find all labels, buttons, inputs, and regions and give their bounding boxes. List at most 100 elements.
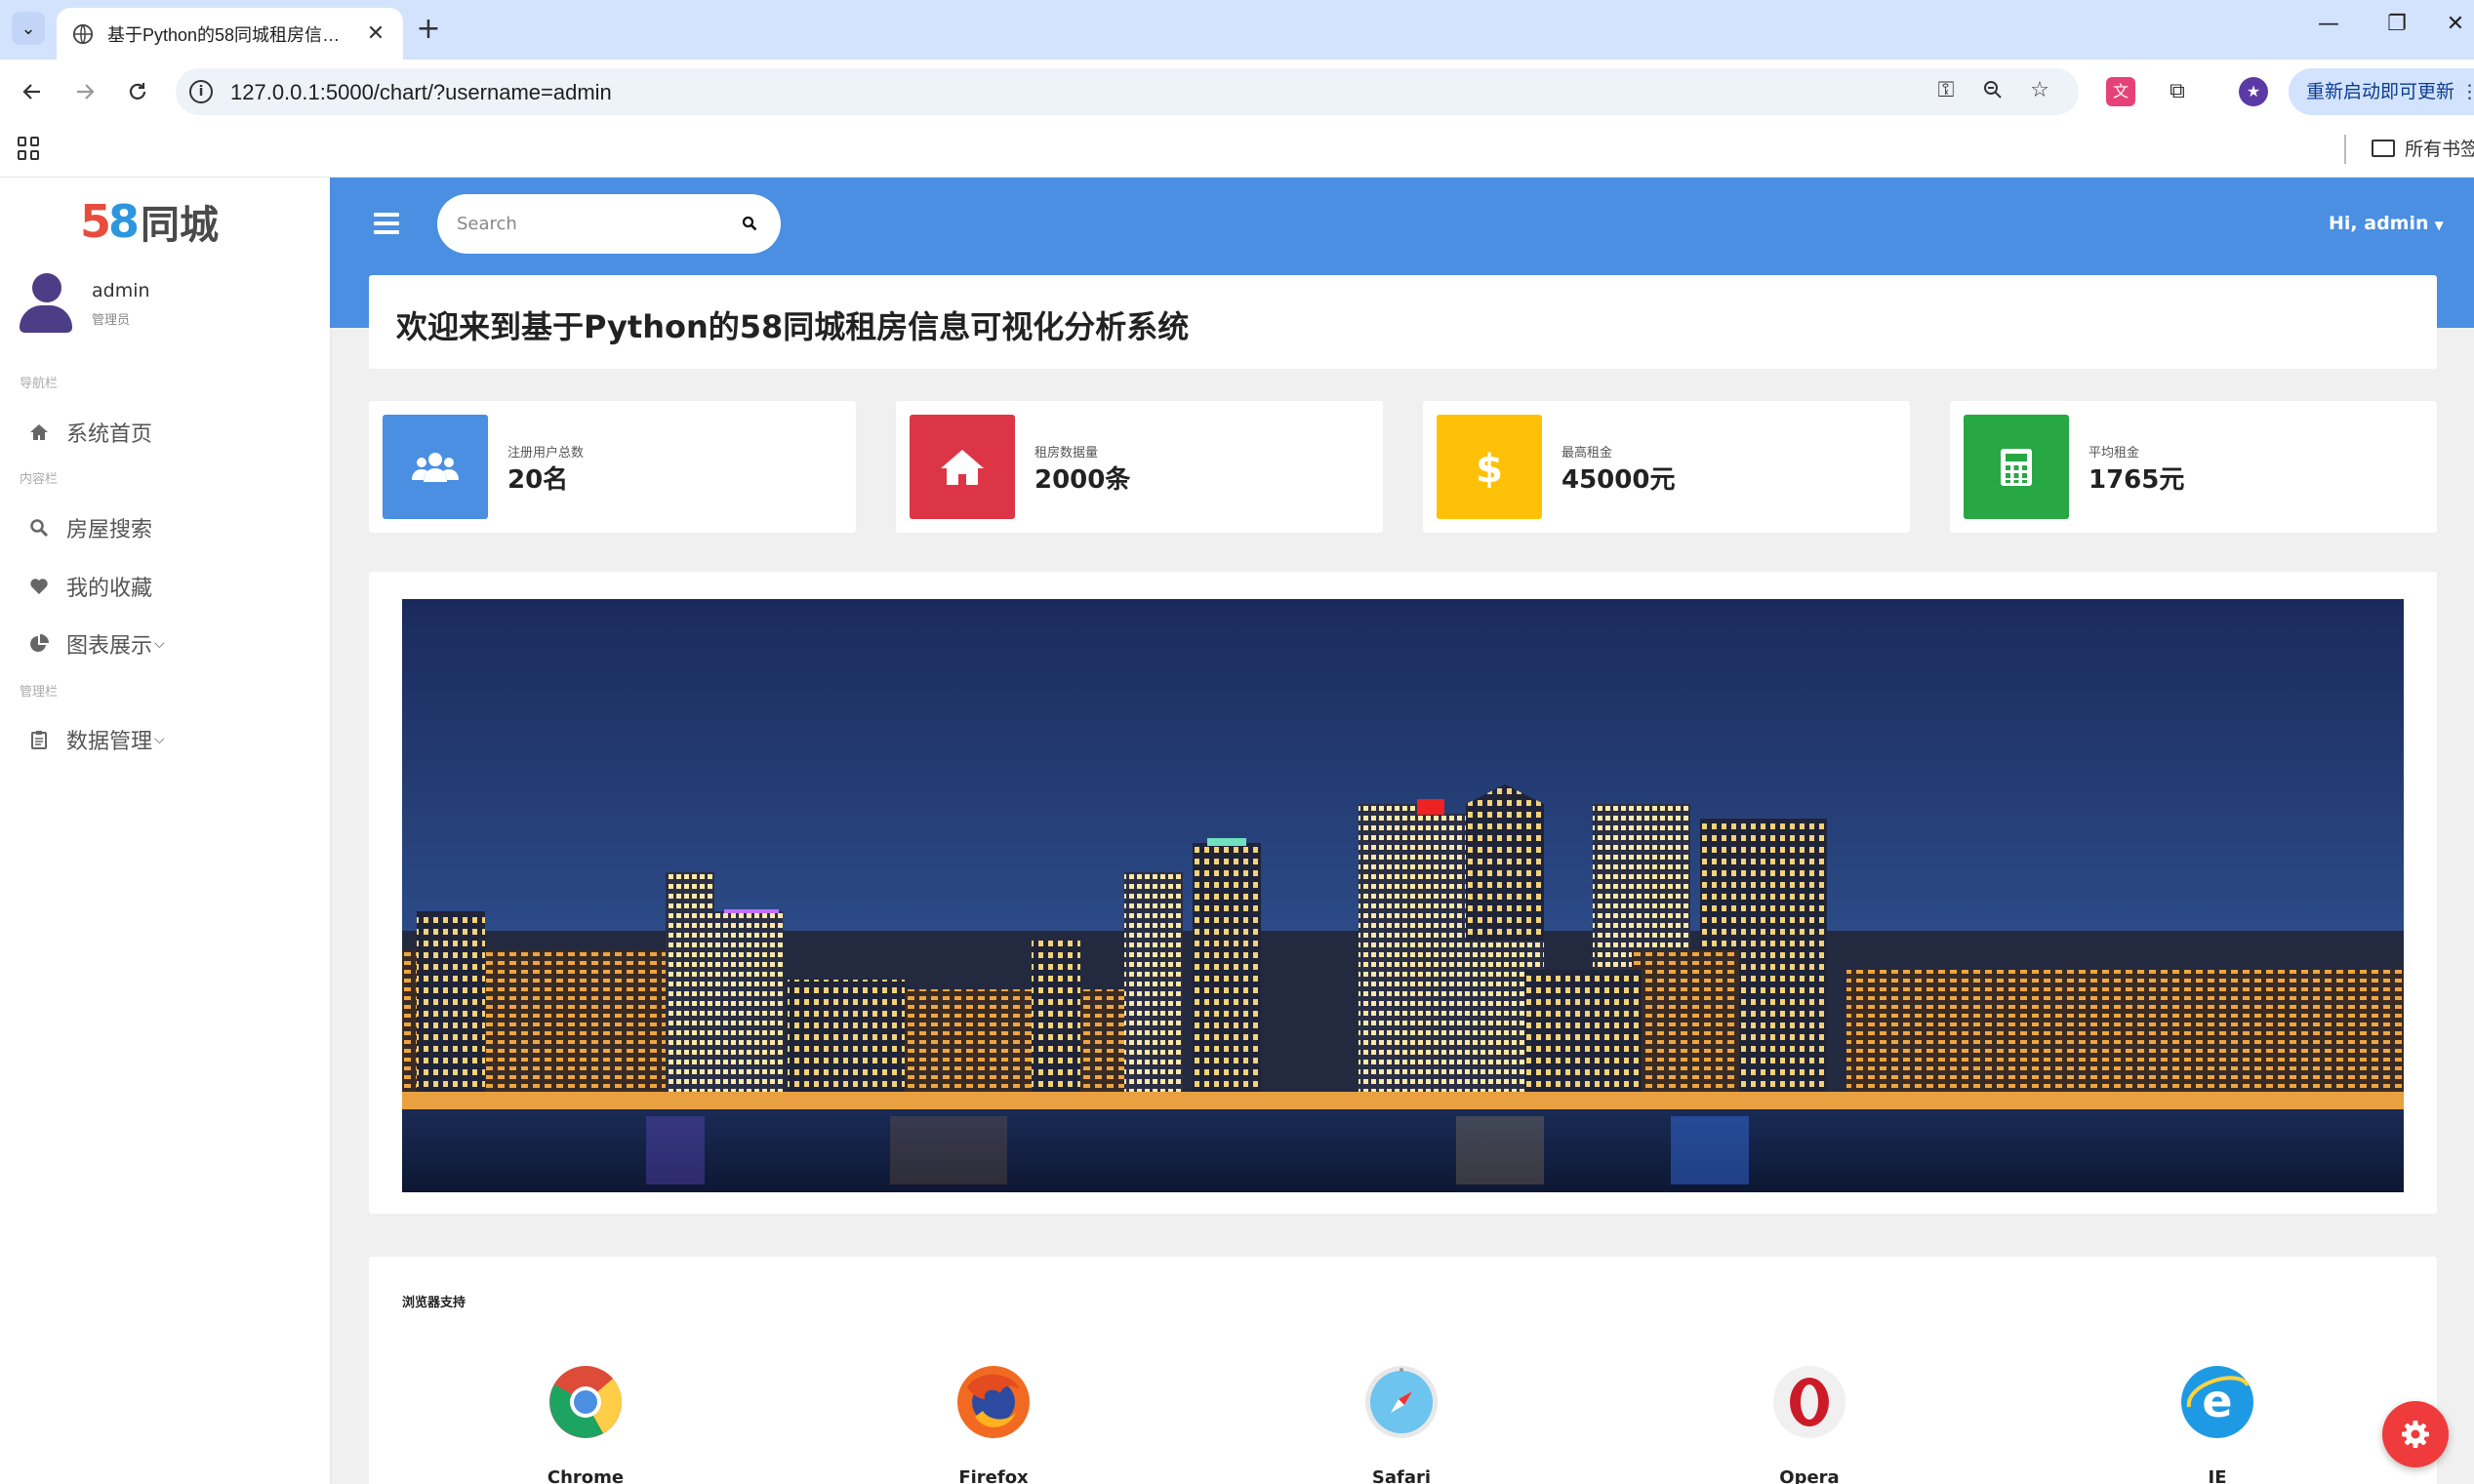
browser-opera: Opera [1731, 1364, 1887, 1484]
back-button[interactable] [16, 75, 49, 108]
greeting-text: Hi, admin [2329, 213, 2429, 234]
close-window-button[interactable]: ✕ [2436, 12, 2474, 36]
browser-safari: Safari [1323, 1364, 1480, 1484]
reload-button[interactable] [121, 75, 154, 108]
ie-icon: e [2181, 1366, 2253, 1438]
update-label: 重新启动即可更新 [2306, 81, 2455, 102]
section-nav-label: 导航栏 [20, 377, 59, 391]
city-skyline-image [402, 599, 2404, 1192]
browser-name: Chrome [547, 1467, 625, 1484]
browser-name: Opera [1779, 1467, 1840, 1484]
all-bookmarks-label: 所有书签 [2405, 139, 2474, 160]
zoom-icon[interactable] [1979, 78, 2007, 105]
apps-grid-icon[interactable] [18, 137, 41, 160]
tab-search-button[interactable]: ⌄ [12, 12, 45, 45]
sidebar-item-label: 我的收藏 [66, 577, 153, 601]
browser-name: IE [2208, 1467, 2227, 1484]
stat-value: 2000条 [1034, 465, 1131, 495]
sidebar-item-charts[interactable]: 图表展示 ⌵ [27, 628, 165, 660]
user-profile: admin 管理员 [18, 273, 150, 334]
sidebar-item-label: 数据管理 [66, 730, 153, 754]
browser-tab-active[interactable]: 基于Python的58同城租房信息可视化分析系统 ✕ [57, 8, 403, 60]
stat-card-listings: 租房数据量 2000条 [896, 401, 1383, 533]
firefox-icon [957, 1366, 1030, 1438]
forward-button[interactable] [68, 75, 101, 108]
svg-text:$: $ [1476, 447, 1503, 490]
search-icon[interactable] [742, 216, 757, 231]
chevron-down-icon: ⌄ [20, 18, 36, 39]
home-icon [27, 421, 51, 444]
stat-card-users: 注册用户总数 20名 [369, 401, 856, 533]
site-info-icon[interactable]: i [189, 80, 213, 103]
sidebar-item-house-search[interactable]: 房屋搜索 [27, 512, 152, 543]
search-input[interactable] [457, 206, 730, 241]
stat-value: 1765元 [2089, 465, 2185, 495]
profile-avatar[interactable]: ★ [2239, 77, 2268, 106]
section-content-label: 内容栏 [20, 472, 59, 487]
bookmark-star-icon[interactable]: ☆ [2026, 78, 2053, 105]
bookmarks-bar: 所有书签 [0, 123, 2474, 178]
update-button[interactable]: 重新启动即可更新 ⋮ [2289, 68, 2474, 115]
restore-button[interactable]: ❐ [2377, 12, 2416, 36]
sidebar-item-label: 房屋搜索 [66, 518, 153, 542]
banner-card [369, 572, 2437, 1214]
extensions-puzzle-icon[interactable]: ⧉ [2163, 77, 2192, 106]
address-url: 127.0.0.1:5000/chart/?username=admin [230, 80, 612, 104]
clipboard-icon [27, 728, 51, 751]
password-key-icon[interactable]: ⚿ [1932, 78, 1960, 105]
section-admin-label: 管理栏 [20, 685, 59, 700]
sidebar-item-data-management[interactable]: 数据管理 ⌵ [27, 724, 165, 755]
stat-value: 20名 [507, 465, 569, 495]
arrow-left-icon [22, 84, 40, 100]
calculator-icon [1964, 415, 2069, 519]
avatar [18, 273, 74, 334]
sidebar-item-label: 系统首页 [66, 422, 153, 447]
sidebar-item-home[interactable]: 系统首页 [27, 417, 152, 448]
browser-ie: e IE [2139, 1364, 2295, 1484]
browser-tab-strip: ⌄ 基于Python的58同城租房信息可视化分析系统 ✕ + — ❐ ✕ [0, 0, 2474, 60]
browser-toolbar: i 127.0.0.1:5000/chart/?username=admin ⚿… [0, 60, 2474, 123]
bookmarks-separator [2344, 135, 2346, 164]
page-content: 5 8 同城 admin 管理员 导航栏 系统首页 内容栏 房屋搜索 我的收藏 [0, 178, 2474, 1484]
stat-card-avg-rent: 平均租金 1765元 [1950, 401, 2437, 533]
heart-icon [27, 575, 51, 598]
opera-icon [1773, 1366, 1845, 1438]
search-icon [27, 516, 51, 540]
site-logo[interactable]: 5 8 同城 [80, 195, 219, 248]
user-name: admin [92, 279, 150, 301]
card-title: 浏览器支持 [402, 1296, 466, 1310]
tab-close-icon[interactable]: ✕ [364, 21, 387, 46]
sidebar-item-label: 图表展示 [66, 634, 153, 659]
user-menu[interactable]: Hi, admin ▼ [2329, 213, 2444, 234]
browser-firefox: Firefox [915, 1364, 1072, 1484]
stat-label: 平均租金 [2089, 446, 2140, 461]
chevron-down-icon: ⌵ [154, 732, 165, 747]
gear-icon [2402, 1421, 2429, 1448]
house-icon [910, 415, 1015, 519]
stat-label: 注册用户总数 [507, 446, 585, 461]
browser-chrome: Chrome [507, 1364, 664, 1484]
chrome-icon [549, 1366, 622, 1438]
logo-digit-8: 8 [108, 195, 140, 248]
browser-name: Safari [1371, 1467, 1432, 1484]
logo-text: 同城 [141, 203, 220, 248]
logo-digit-5: 5 [80, 195, 111, 248]
welcome-card: 欢迎来到基于Python的58同城租房信息可视化分析系统 [369, 275, 2437, 369]
chevron-down-icon: ⌵ [154, 636, 165, 652]
stat-label: 租房数据量 [1034, 446, 1099, 461]
stat-value: 45000元 [1561, 465, 1676, 495]
arrow-right-icon [77, 84, 95, 100]
reload-icon [129, 83, 146, 100]
minimize-button[interactable]: — [2309, 12, 2348, 36]
address-bar[interactable]: i 127.0.0.1:5000/chart/?username=admin ⚿… [176, 68, 2079, 115]
sidebar-item-favorites[interactable]: 我的收藏 [27, 571, 152, 602]
caret-down-icon: ▼ [2434, 219, 2444, 232]
users-icon [383, 415, 488, 519]
translate-extension-icon[interactable]: 文 [2106, 77, 2135, 106]
all-bookmarks-folder[interactable]: 所有书签 [2372, 135, 2474, 161]
settings-fab-button[interactable] [2382, 1401, 2449, 1467]
hamburger-menu-icon[interactable] [374, 213, 399, 234]
user-role: 管理员 [92, 312, 131, 328]
new-tab-button[interactable]: + [412, 14, 445, 47]
folder-icon [2372, 139, 2395, 157]
